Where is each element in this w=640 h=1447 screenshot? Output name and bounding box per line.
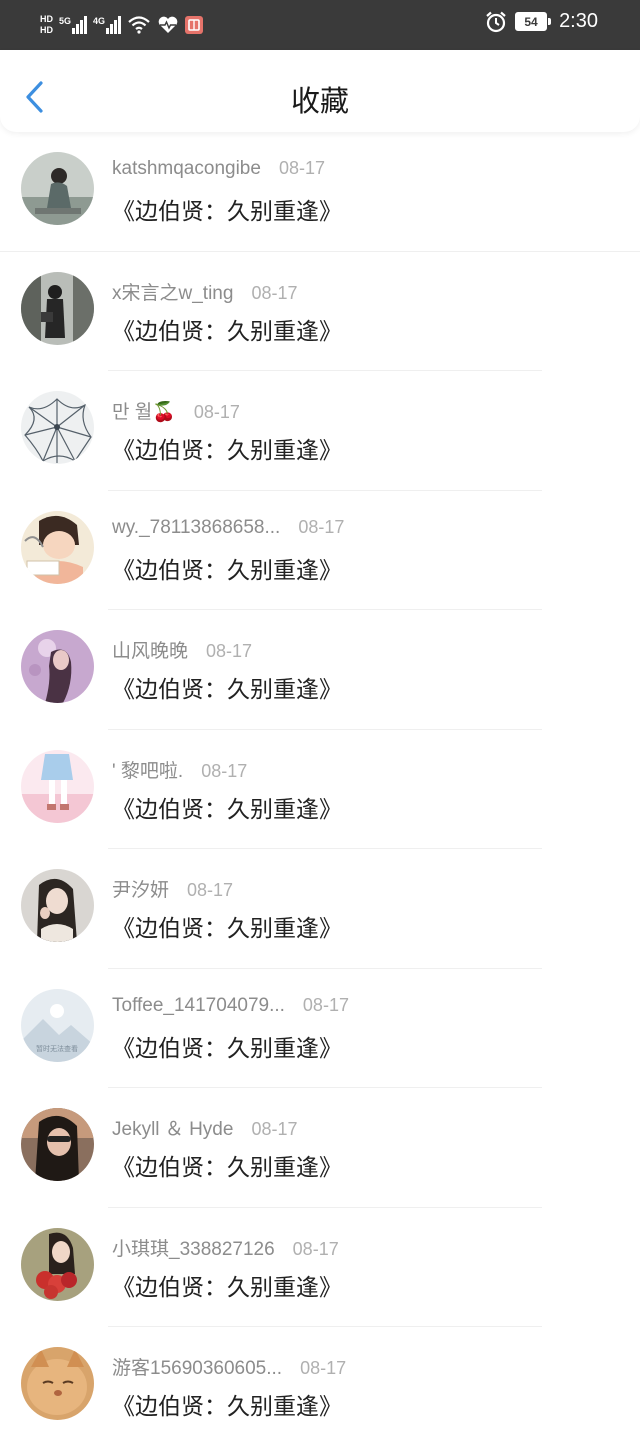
work-title[interactable]: 《边伯贤：久别重逢》 <box>112 312 342 346</box>
list-item[interactable]: 小琪琪_338827126 08-17 《边伯贤：久别重逢》 <box>0 1208 640 1327</box>
item-meta: x宋言之w_ting 08-17 <box>112 278 297 305</box>
work-title[interactable]: 《边伯贤：久别重逢》 <box>112 192 342 226</box>
date: 08-17 <box>302 994 349 1015</box>
alarm-clock-icon <box>486 11 506 32</box>
work-title[interactable]: 《边伯贤：久别重逢》 <box>112 431 342 465</box>
list-item[interactable]: x宋言之w_ting 08-17 《边伯贤：久别重逢》 <box>0 252 640 371</box>
username[interactable]: 尹汐妍 <box>112 875 169 902</box>
date: 08-17 <box>206 641 253 661</box>
page-title: 收藏 <box>290 84 349 118</box>
signal-bars-icon <box>106 16 122 34</box>
signal-bars-icon <box>72 16 88 34</box>
avatar: 暂时无法查看 <box>21 988 94 1062</box>
list-item[interactable]: 山风晚晚 08-17 《边伯贤：久别重逢》 <box>0 610 640 730</box>
status-bar: HD HD 5G 4G 54 2:30 <box>0 0 640 50</box>
battery-level: 54 <box>524 14 538 29</box>
app-notification-icon <box>185 16 204 34</box>
hd-indicator: HD HD <box>40 14 53 36</box>
status-time: 2:30 <box>559 10 598 32</box>
avatar <box>21 391 94 464</box>
header: 收藏 <box>0 50 640 132</box>
date: 08-17 <box>298 516 345 537</box>
network-type-label: 4G <box>93 16 106 26</box>
date: 08-17 <box>187 880 234 900</box>
username[interactable]: Toffee_141704079... <box>112 995 285 1017</box>
list-item[interactable]: 尹汐妍 08-17 《边伯贤：久别重逢》 <box>0 849 640 969</box>
list-item[interactable]: 游客15690360605... 08-17 《边伯贤：久别重逢》 <box>0 1327 640 1447</box>
date: 08-17 <box>278 158 325 178</box>
date: 08-17 <box>292 1238 339 1259</box>
avatar <box>21 1108 94 1181</box>
work-title[interactable]: 《边伯贤：久别重逢》 <box>112 909 342 943</box>
item-meta: wy._78113868658... 08-17 <box>112 517 344 539</box>
item-meta: 游客15690360605... 08-17 <box>112 1353 346 1380</box>
signal-4g: 4G <box>93 16 122 34</box>
username[interactable]: x宋言之w_ting <box>112 278 233 305</box>
work-title[interactable]: 《边伯贤：久别重逢》 <box>112 670 342 704</box>
network-type-label: 5G <box>59 16 72 26</box>
username[interactable]: Jekyll ＆ Hyde <box>112 1114 233 1141</box>
favorites-list: katshmqacongibe 08-17 《边伯贤：久别重逢》 x宋言之w_t… <box>0 132 640 1447</box>
item-meta: ' 黎吧啦. 08-17 <box>112 756 247 783</box>
hd-label: HD <box>40 25 53 35</box>
list-item[interactable]: 暂时无法查看 Toffee_141704079... 08-17 《边伯贤：久别… <box>0 969 640 1088</box>
username[interactable]: ' 黎吧啦. <box>112 756 183 783</box>
avatar <box>21 869 94 942</box>
date: 08-17 <box>193 402 240 422</box>
work-title[interactable]: 《边伯贤：久别重逢》 <box>112 1387 342 1421</box>
avatar <box>21 152 94 225</box>
heart-health-icon <box>158 16 178 33</box>
work-title[interactable]: 《边伯贤：久别重逢》 <box>112 1029 342 1063</box>
item-meta: 尹汐妍 08-17 <box>112 875 233 902</box>
item-meta: 만 월🍒 08-17 <box>112 397 240 424</box>
avatar <box>21 1347 94 1420</box>
date: 08-17 <box>300 1358 347 1378</box>
avatar <box>21 1227 94 1301</box>
list-item[interactable]: ' 黎吧啦. 08-17 《边伯贤：久别重逢》 <box>0 730 640 849</box>
work-title[interactable]: 《边伯贤：久别重逢》 <box>112 1268 342 1302</box>
wifi-icon <box>128 16 150 34</box>
placeholder-text: 暂时无法查看 <box>36 1044 78 1053</box>
work-title[interactable]: 《边伯贤：久别重逢》 <box>112 790 342 824</box>
username[interactable]: wy._78113868658... <box>112 517 280 539</box>
battery-icon: 54 <box>515 12 552 31</box>
list-item[interactable]: wy._78113868658... 08-17 《边伯贤：久别重逢》 <box>0 491 640 610</box>
work-title[interactable]: 《边伯贤：久别重逢》 <box>112 1148 342 1182</box>
username[interactable]: 山风晚晚 <box>112 636 188 663</box>
username[interactable]: 만 월🍒 <box>112 397 176 424</box>
username[interactable]: 游客15690360605... <box>112 1353 282 1380</box>
date: 08-17 <box>251 282 298 303</box>
item-meta: 小琪琪_338827126 08-17 <box>112 1234 339 1261</box>
username[interactable]: 小琪琪_338827126 <box>112 1234 275 1261</box>
work-title[interactable]: 《边伯贤：久别重逢》 <box>112 551 342 585</box>
avatar <box>21 510 94 584</box>
hd-label: HD <box>40 14 53 24</box>
item-meta: Jekyll ＆ Hyde 08-17 <box>112 1114 297 1141</box>
list-item[interactable]: Jekyll ＆ Hyde 08-17 《边伯贤：久别重逢》 <box>0 1088 640 1208</box>
status-icons-right: 54 2:30 <box>485 10 598 33</box>
username[interactable]: katshmqacongibe <box>112 158 261 180</box>
date: 08-17 <box>251 1119 298 1139</box>
status-icons-left: HD HD 5G 4G <box>40 14 204 36</box>
avatar <box>21 749 94 823</box>
item-meta: 山风晚晚 08-17 <box>112 636 252 663</box>
item-meta: katshmqacongibe 08-17 <box>112 158 325 180</box>
item-meta: Toffee_141704079... 08-17 <box>112 995 349 1017</box>
signal-5g: 5G <box>59 16 88 34</box>
avatar <box>21 630 94 703</box>
avatar <box>21 271 94 345</box>
list-item[interactable]: katshmqacongibe 08-17 《边伯贤：久别重逢》 <box>0 132 640 252</box>
list-item[interactable]: 만 월🍒 08-17 《边伯贤：久别重逢》 <box>0 371 640 491</box>
date: 08-17 <box>201 760 248 781</box>
